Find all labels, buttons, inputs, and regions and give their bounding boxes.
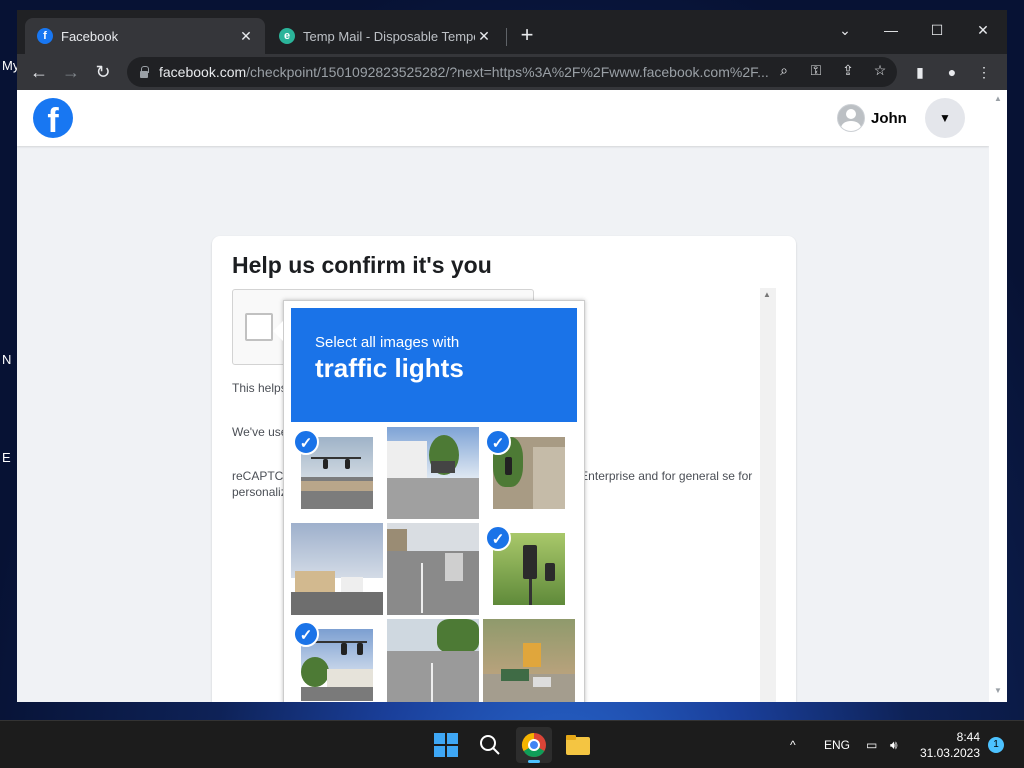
scroll-up-icon[interactable]: ▲ <box>993 94 1003 103</box>
facebook-header: f John ▼ <box>17 90 989 146</box>
forward-button[interactable]: → <box>57 58 85 86</box>
recaptcha-checkbox[interactable] <box>245 313 273 341</box>
key-icon[interactable]: ⚿ <box>807 61 825 79</box>
challenge-header: Select all images with traffic lights <box>291 308 577 422</box>
page-title: Help us confirm it's you <box>232 252 492 278</box>
search-icon[interactable]: ⌕ <box>775 61 793 79</box>
tab-divider <box>506 28 507 46</box>
back-button[interactable]: ← <box>25 58 53 86</box>
reload-button[interactable]: ↻ <box>89 58 117 86</box>
check-icon: ✓ <box>293 429 319 455</box>
share-icon[interactable]: ⇪ <box>839 61 857 79</box>
check-icon: ✓ <box>485 525 511 551</box>
close-tab-icon[interactable]: ✕ <box>475 28 493 45</box>
system-clock[interactable]: 8:44 31.03.2023 <box>920 729 980 761</box>
image-tile[interactable] <box>291 523 383 615</box>
image-tile[interactable]: ✓ <box>291 619 383 702</box>
file-explorer-button[interactable] <box>560 727 596 763</box>
notification-badge[interactable]: 1 <box>988 737 1004 753</box>
chrome-icon <box>521 733 546 763</box>
clock-time: 8:44 <box>956 730 980 744</box>
tab-strip: f Facebook ✕ e Temp Mail - Disposable Te… <box>17 10 1007 54</box>
show-hidden-icons-button[interactable]: ^ <box>790 721 796 768</box>
windows-logo-icon <box>434 733 458 757</box>
folder-icon <box>566 735 590 755</box>
tab-title: Temp Mail - Disposable Tempora <box>303 28 475 44</box>
close-tab-icon[interactable]: ✕ <box>237 28 255 45</box>
page-scrollbar[interactable]: ▲ ▼ <box>989 90 1007 702</box>
network-icon[interactable]: ▭ <box>866 721 877 768</box>
facebook-favicon-icon: f <box>37 28 53 44</box>
avatar <box>837 104 865 132</box>
scroll-down-icon[interactable]: ▼ <box>993 686 1003 695</box>
image-tile[interactable]: ✓ <box>291 427 383 519</box>
url-path: /checkpoint/1501092823525282/?next=https… <box>246 64 769 80</box>
windows-taskbar: ^ ENG ▭ 🔊︎ 8:44 31.03.2023 1 <box>0 720 1024 768</box>
tile-image <box>387 427 479 519</box>
tab-temp-mail[interactable]: e Temp Mail - Disposable Tempora ✕ <box>267 18 503 54</box>
card-scrollbar[interactable]: ▲ <box>760 288 776 702</box>
profile-button[interactable]: John <box>837 103 907 133</box>
volume-icon[interactable]: 🔊︎ <box>890 721 898 768</box>
search-icon <box>480 735 500 755</box>
clock-date: 31.03.2023 <box>919 746 980 760</box>
image-tile[interactable] <box>387 427 479 519</box>
lock-icon[interactable] <box>139 66 149 78</box>
scroll-up-icon[interactable]: ▲ <box>763 290 771 299</box>
new-tab-button[interactable]: + <box>515 24 539 48</box>
challenge-target: traffic lights <box>315 353 464 383</box>
side-panel-icon[interactable]: ▮ <box>910 62 930 82</box>
more-menu-icon[interactable]: ⋮ <box>974 62 994 82</box>
image-tile[interactable] <box>483 619 575 702</box>
image-tile[interactable] <box>387 619 479 702</box>
tile-image <box>387 523 479 615</box>
check-icon: ✓ <box>485 429 511 455</box>
start-button[interactable] <box>428 727 464 763</box>
image-tile[interactable]: ✓ <box>483 523 575 615</box>
recaptcha-challenge: Select all images with traffic lights ✓ <box>273 300 585 702</box>
tab-facebook[interactable]: f Facebook ✕ <box>25 18 265 54</box>
profile-icon[interactable]: ● <box>942 62 962 82</box>
check-icon: ✓ <box>293 621 319 647</box>
bookmark-star-icon[interactable]: ☆ <box>871 61 889 79</box>
language-indicator[interactable]: ENG <box>824 721 850 768</box>
tab-title: Facebook <box>61 28 119 44</box>
browser-toolbar: ← → ↻ facebook.com/checkpoint/1501092823… <box>17 54 1007 90</box>
account-menu-button[interactable]: ▼ <box>925 98 965 138</box>
minimize-button[interactable]: — <box>868 16 914 44</box>
tile-image <box>483 619 575 702</box>
tab-search-button[interactable]: ⌄ <box>822 16 868 44</box>
facebook-logo[interactable]: f <box>33 98 73 138</box>
maximize-button[interactable]: ☐ <box>914 16 960 44</box>
temp-mail-favicon-icon: e <box>279 28 295 44</box>
desktop-icon-label[interactable]: E <box>2 450 11 465</box>
challenge-instruction: Select all images with <box>315 334 460 351</box>
search-button[interactable] <box>472 727 508 763</box>
close-window-button[interactable]: ✕ <box>960 16 1006 44</box>
image-tile[interactable]: ✓ <box>483 427 575 519</box>
chrome-window: f Facebook ✕ e Temp Mail - Disposable Te… <box>17 10 1007 702</box>
desktop-icon-label[interactable]: N <box>2 352 11 367</box>
image-tile[interactable] <box>387 523 479 615</box>
user-name: John <box>871 109 907 127</box>
facebook-page: f John ▼ ▲ ▼ Help us confirm it's you Th… <box>17 90 1007 702</box>
tile-image <box>291 523 383 615</box>
url-host: facebook.com <box>159 64 247 80</box>
tile-image <box>387 619 479 702</box>
chrome-taskbar-button[interactable] <box>516 727 552 763</box>
